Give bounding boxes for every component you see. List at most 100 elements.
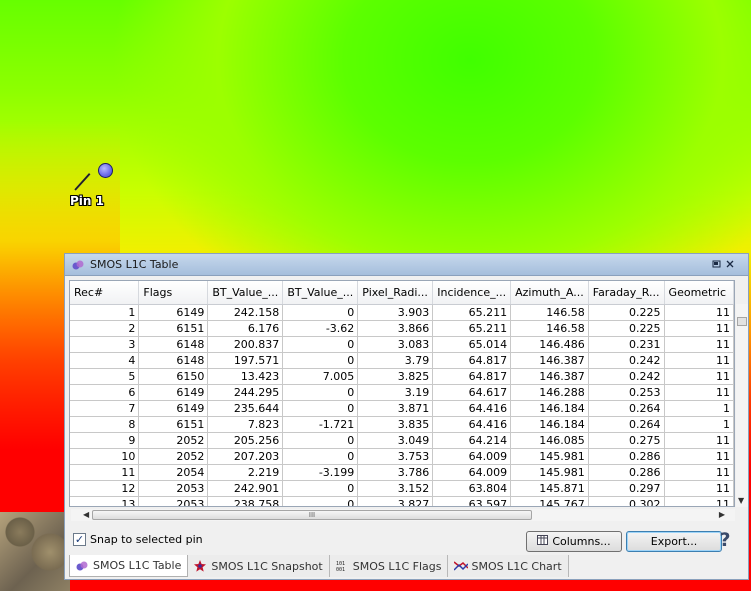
table-cell[interactable]: 6149	[138, 384, 209, 401]
table-cell[interactable]: 242.158	[207, 304, 284, 321]
table-cell[interactable]: 0.286	[588, 448, 665, 465]
table-cell[interactable]: 0	[282, 336, 359, 353]
table-cell[interactable]: 64.617	[432, 384, 512, 401]
table-row[interactable]: 12 2053 242.901 0 3.152 63.804 145.871 0.297 11	[70, 480, 734, 497]
table-cell[interactable]: 0.286	[588, 464, 665, 481]
table-cell[interactable]: 6150	[138, 368, 209, 385]
table-cell[interactable]: 238.758	[207, 496, 284, 506]
table-row[interactable]: 3 6148 200.837 0 3.083 65.014 146.486 0.231 11	[70, 336, 734, 353]
table-cell[interactable]: 64.416	[432, 416, 512, 433]
table-cell[interactable]: 3.049	[357, 432, 434, 449]
table-cell[interactable]: 3.866	[357, 320, 434, 337]
table-cell[interactable]: 7	[70, 400, 140, 417]
table-cell[interactable]: 207.203	[207, 448, 284, 465]
horizontal-scroll-thumb[interactable]: III	[92, 510, 532, 520]
table-row[interactable]: 1 6149 242.158 0 3.903 65.211 146.58 0.225 11	[70, 304, 734, 321]
table-cell[interactable]: 5	[70, 368, 140, 385]
table-cell[interactable]: 145.981	[510, 448, 589, 465]
tab-smos-l1c-table[interactable]: SMOS L1C Table	[69, 555, 189, 577]
table-cell[interactable]: 2053	[138, 496, 209, 506]
tab-smos-l1c-chart[interactable]: SMOS L1C Chart	[448, 555, 569, 577]
columns-button[interactable]: Columns...	[526, 531, 622, 552]
table-row[interactable]: 9 2052 205.256 0 3.049 64.214 146.085 0.275 11	[70, 432, 734, 449]
table-cell[interactable]: 6.176	[207, 320, 284, 337]
table-cell[interactable]: 2	[70, 320, 140, 337]
table-cell[interactable]: 4	[70, 352, 140, 369]
column-header[interactable]: BT_Value_...	[282, 281, 359, 305]
table-cell[interactable]: 146.288	[510, 384, 589, 401]
table-cell[interactable]: 2054	[138, 464, 209, 481]
table-cell[interactable]: 145.871	[510, 480, 589, 497]
table-cell[interactable]: 3.152	[357, 480, 434, 497]
table-cell[interactable]: 205.256	[207, 432, 284, 449]
table-cell[interactable]: 11	[664, 368, 734, 385]
column-header[interactable]: BT_Value_...	[207, 281, 284, 305]
table-cell[interactable]: 0	[282, 496, 359, 506]
table-cell[interactable]: 2052	[138, 432, 209, 449]
table-cell[interactable]: 146.58	[510, 320, 589, 337]
pin-head-icon[interactable]	[98, 163, 113, 178]
table-cell[interactable]: 146.387	[510, 368, 589, 385]
table-cell[interactable]: 1	[664, 400, 734, 417]
table-cell[interactable]: 64.214	[432, 432, 512, 449]
table-cell[interactable]: 11	[664, 384, 734, 401]
table-cell[interactable]: 0.242	[588, 352, 665, 369]
table-cell[interactable]: 11	[664, 496, 734, 506]
tab-smos-l1c-snapshot[interactable]: SMOS L1C Snapshot	[188, 555, 330, 577]
scroll-right-arrow-icon[interactable]: ▶	[719, 509, 725, 521]
table-cell[interactable]: 146.486	[510, 336, 589, 353]
table-cell[interactable]: 3	[70, 336, 140, 353]
table-cell[interactable]: 0.253	[588, 384, 665, 401]
snap-checkbox[interactable]: ✓	[73, 533, 86, 546]
table-cell[interactable]: 6149	[138, 304, 209, 321]
table-cell[interactable]: 3.79	[357, 352, 434, 369]
table-cell[interactable]: 0.264	[588, 400, 665, 417]
table-cell[interactable]: 0	[282, 480, 359, 497]
scroll-left-arrow-icon[interactable]: ◀	[83, 509, 89, 521]
table-cell[interactable]: 65.211	[432, 320, 512, 337]
table-cell[interactable]: 0.264	[588, 416, 665, 433]
table-row[interactable]: 5 6150 13.423 7.005 3.825 64.817 146.387 0.242 1…	[70, 368, 734, 385]
table-cell[interactable]: 1	[664, 416, 734, 433]
table-cell[interactable]: 244.295	[207, 384, 284, 401]
column-header[interactable]: Faraday_R...	[588, 281, 665, 305]
table-cell[interactable]: 3.827	[357, 496, 434, 506]
vertical-scroll-thumb[interactable]	[737, 317, 747, 326]
table-cell[interactable]: 3.786	[357, 464, 434, 481]
table-row[interactable]: 13 2053 238.758 0 3.827 63.597 145.767 0.302 11	[70, 496, 734, 506]
table-row[interactable]: 4 6148 197.571 0 3.79 64.817 146.387 0.242 11	[70, 352, 734, 369]
table-cell[interactable]: 0.302	[588, 496, 665, 506]
table-cell[interactable]: 6151	[138, 320, 209, 337]
table-cell[interactable]: 6149	[138, 400, 209, 417]
table-cell[interactable]: 11	[664, 336, 734, 353]
table-cell[interactable]: 9	[70, 432, 140, 449]
table-cell[interactable]: 3.083	[357, 336, 434, 353]
table-cell[interactable]: 0	[282, 304, 359, 321]
export-button[interactable]: Export...	[626, 531, 722, 552]
table-cell[interactable]: 11	[664, 304, 734, 321]
table-cell[interactable]: 146.58	[510, 304, 589, 321]
table-row[interactable]: 2 6151 6.176 -3.62 3.866 65.211 146.58 0.225 11	[70, 320, 734, 337]
table-cell[interactable]: 3.825	[357, 368, 434, 385]
table-cell[interactable]: 3.753	[357, 448, 434, 465]
table-cell[interactable]: 63.597	[432, 496, 512, 506]
table-cell[interactable]: 1	[70, 304, 140, 321]
table-cell[interactable]: 6148	[138, 352, 209, 369]
table-cell[interactable]: 0.225	[588, 320, 665, 337]
table-cell[interactable]: 2.219	[207, 464, 284, 481]
table-cell[interactable]: 11	[664, 352, 734, 369]
table-cell[interactable]: 0.275	[588, 432, 665, 449]
table-cell[interactable]: 146.387	[510, 352, 589, 369]
table-cell[interactable]: 200.837	[207, 336, 284, 353]
table-cell[interactable]: 146.184	[510, 416, 589, 433]
column-header[interactable]: Rec#	[70, 281, 140, 305]
table-cell[interactable]: 0	[282, 432, 359, 449]
table-row[interactable]: 10 2052 207.203 0 3.753 64.009 145.981 0.286 11	[70, 448, 734, 465]
table-row[interactable]: 7 6149 235.644 0 3.871 64.416 146.184 0.264 1	[70, 400, 734, 417]
table-cell[interactable]: 0	[282, 400, 359, 417]
table-row[interactable]: 6 6149 244.295 0 3.19 64.617 146.288 0.253 11	[70, 384, 734, 401]
table-cell[interactable]: 64.009	[432, 464, 512, 481]
table-cell[interactable]: 2052	[138, 448, 209, 465]
table-cell[interactable]: 242.901	[207, 480, 284, 497]
table-cell[interactable]: 0.242	[588, 368, 665, 385]
